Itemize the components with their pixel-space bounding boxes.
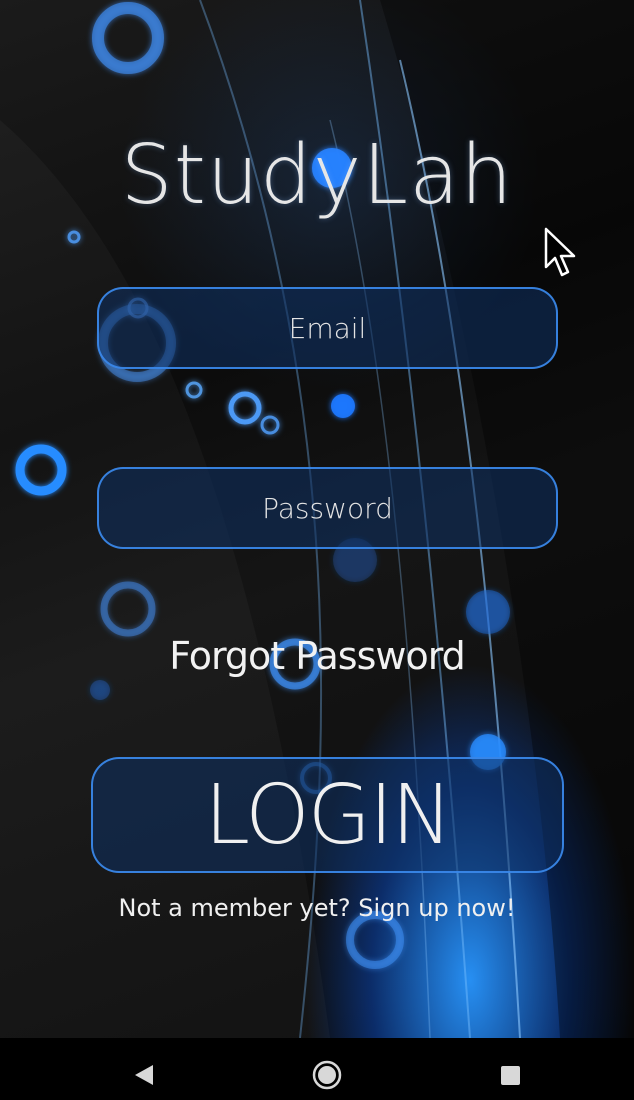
login-button[interactable]: LOGIN (91, 757, 564, 873)
back-triangle-icon (135, 1065, 153, 1085)
back-button[interactable] (104, 1038, 184, 1100)
recent-square-icon (501, 1066, 520, 1085)
password-field[interactable] (97, 467, 558, 549)
signup-link[interactable]: Not a member yet? Sign up now! (0, 894, 634, 922)
email-field[interactable] (97, 287, 558, 369)
app-title: StudyLah (120, 128, 514, 223)
login-screen: StudyLah Forgot Password LOGIN Not a mem… (0, 0, 634, 1038)
email-input[interactable] (99, 289, 556, 367)
password-input[interactable] (99, 469, 556, 547)
recent-apps-button[interactable] (470, 1038, 550, 1100)
home-button[interactable] (287, 1038, 367, 1100)
forgot-password-link[interactable]: Forgot Password (0, 634, 634, 678)
system-navigation-bar (0, 1038, 634, 1100)
home-circle-icon (312, 1060, 342, 1090)
mouse-pointer-icon (544, 227, 576, 277)
